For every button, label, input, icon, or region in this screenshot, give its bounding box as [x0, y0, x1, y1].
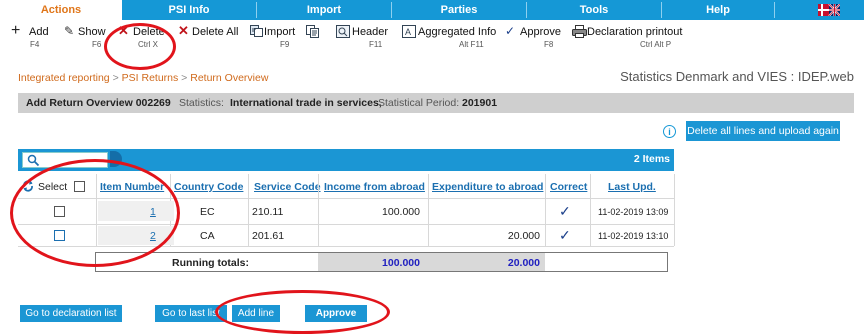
language-flag-icon[interactable]: [818, 4, 840, 16]
last-updated: 11-02-2019 13:09: [598, 207, 669, 217]
col-last-updated[interactable]: Last Upd.: [608, 181, 656, 193]
col-service-code[interactable]: Service Code: [254, 181, 321, 193]
tab-psi-info[interactable]: PSI Info: [122, 0, 256, 20]
search-icon: [27, 154, 40, 167]
col-expenditure-to-abroad[interactable]: Expenditure to abroad: [432, 181, 543, 193]
country-code: CA: [200, 230, 215, 242]
items-count: 2 Items: [633, 153, 670, 165]
approve-toolbar-button[interactable]: ✓ Approve F8: [504, 24, 561, 56]
last-updated: 11-02-2019 13:10: [598, 231, 669, 241]
add-shortcut: F4: [30, 40, 40, 49]
tab-help[interactable]: Help: [662, 0, 774, 20]
show-label: Show: [78, 26, 106, 38]
statistics-label: Statistics:: [179, 97, 224, 109]
country-code: EC: [200, 206, 215, 218]
aggregated-info-label: Aggregated Info: [418, 26, 497, 38]
breadcrumb-integrated-reporting[interactable]: Integrated reporting: [18, 72, 110, 84]
copy-icon: [306, 25, 319, 38]
header-shortcut: F11: [369, 40, 383, 49]
declaration-printout-shortcut: Ctrl Alt P: [640, 40, 672, 49]
delete-all-x-icon: ✕: [178, 23, 189, 38]
col-correct[interactable]: Correct: [550, 181, 587, 193]
delete-all-label: Delete All: [192, 26, 239, 38]
breadcrumb-separator: >: [112, 72, 122, 84]
period-label: Statistical Period:: [378, 97, 460, 109]
return-title: Add Return Overview 002269: [26, 97, 171, 109]
income-value: 100.000: [382, 206, 420, 218]
aggregated-info-shortcut: Alt F11: [459, 40, 484, 49]
breadcrumb-psi-returns[interactable]: PSI Returns: [122, 72, 179, 84]
tab-import[interactable]: Import: [257, 0, 391, 20]
running-totals-label: Running totals:: [172, 257, 249, 269]
delete-all-lines-upload-button[interactable]: Delete all lines and upload again: [686, 121, 840, 141]
header-label: Header: [352, 26, 389, 38]
add-button[interactable]: + Add F4: [8, 22, 49, 56]
svg-text:A: A: [405, 27, 411, 37]
correct-checkmark-icon: ✓: [559, 227, 571, 243]
approve-toolbar-shortcut: F8: [544, 40, 554, 49]
declaration-printout-label: Declaration printout: [587, 26, 683, 38]
tab-tools[interactable]: Tools: [527, 0, 661, 20]
copy-button[interactable]: [306, 24, 324, 56]
col-income-from-abroad[interactable]: Income from abroad: [324, 181, 425, 193]
tab-actions[interactable]: Actions: [0, 0, 122, 20]
period-value: 201901: [462, 97, 498, 109]
breadcrumb-separator: >: [181, 72, 191, 84]
total-expenditure: 20.000: [507, 257, 540, 269]
breadcrumb-return-overview: Return Overview: [190, 72, 269, 84]
app-title: Statistics Denmark and VIES : IDEP.web: [620, 69, 854, 84]
grid-line: [674, 174, 675, 246]
red-annotation-ring-delete: [104, 23, 176, 70]
checkmark-icon: ✓: [505, 24, 516, 38]
col-country-code[interactable]: Country Code: [174, 181, 243, 193]
header-icon: [336, 25, 350, 38]
service-code: 210.11: [252, 206, 284, 218]
pencil-icon: ✎: [64, 24, 75, 38]
import-shortcut: F9: [280, 40, 290, 49]
go-to-declaration-list-button[interactable]: Go to declaration list: [20, 305, 122, 322]
show-shortcut: F6: [92, 40, 102, 49]
aggregated-info-icon: A: [402, 25, 416, 38]
printer-icon: [572, 25, 587, 38]
correct-checkmark-icon: ✓: [559, 203, 571, 219]
red-annotation-ring-select: [10, 159, 180, 267]
import-button[interactable]: Import F9: [250, 24, 300, 56]
return-header-bar: Add Return Overview 002269 Statistics: I…: [18, 93, 854, 113]
breadcrumb: Integrated reporting > PSI Returns > Ret…: [18, 72, 268, 84]
red-annotation-ring-bottom-buttons: [215, 290, 390, 334]
import-icon: [250, 25, 263, 37]
delete-all-button[interactable]: ✕ Delete All: [178, 23, 240, 56]
tab-divider: [774, 2, 775, 18]
total-income: 100.000: [382, 257, 420, 269]
expenditure-value: 20.000: [507, 230, 540, 242]
approve-toolbar-label: Approve: [520, 26, 561, 38]
plus-icon: +: [11, 22, 21, 39]
import-label: Import: [264, 26, 296, 38]
aggregated-info-button[interactable]: A Aggregated Info Alt F11: [402, 24, 497, 56]
service-code: 201.61: [252, 230, 285, 242]
add-label: Add: [29, 26, 49, 38]
statistics-value: International trade in services,: [230, 97, 382, 109]
declaration-printout-button[interactable]: Declaration printout Ctrl Alt P: [572, 24, 684, 56]
header-button[interactable]: Header F11: [336, 24, 388, 56]
show-button[interactable]: ✎ Show F6: [62, 24, 106, 56]
tab-parties[interactable]: Parties: [392, 0, 526, 20]
info-icon[interactable]: i: [663, 125, 676, 138]
